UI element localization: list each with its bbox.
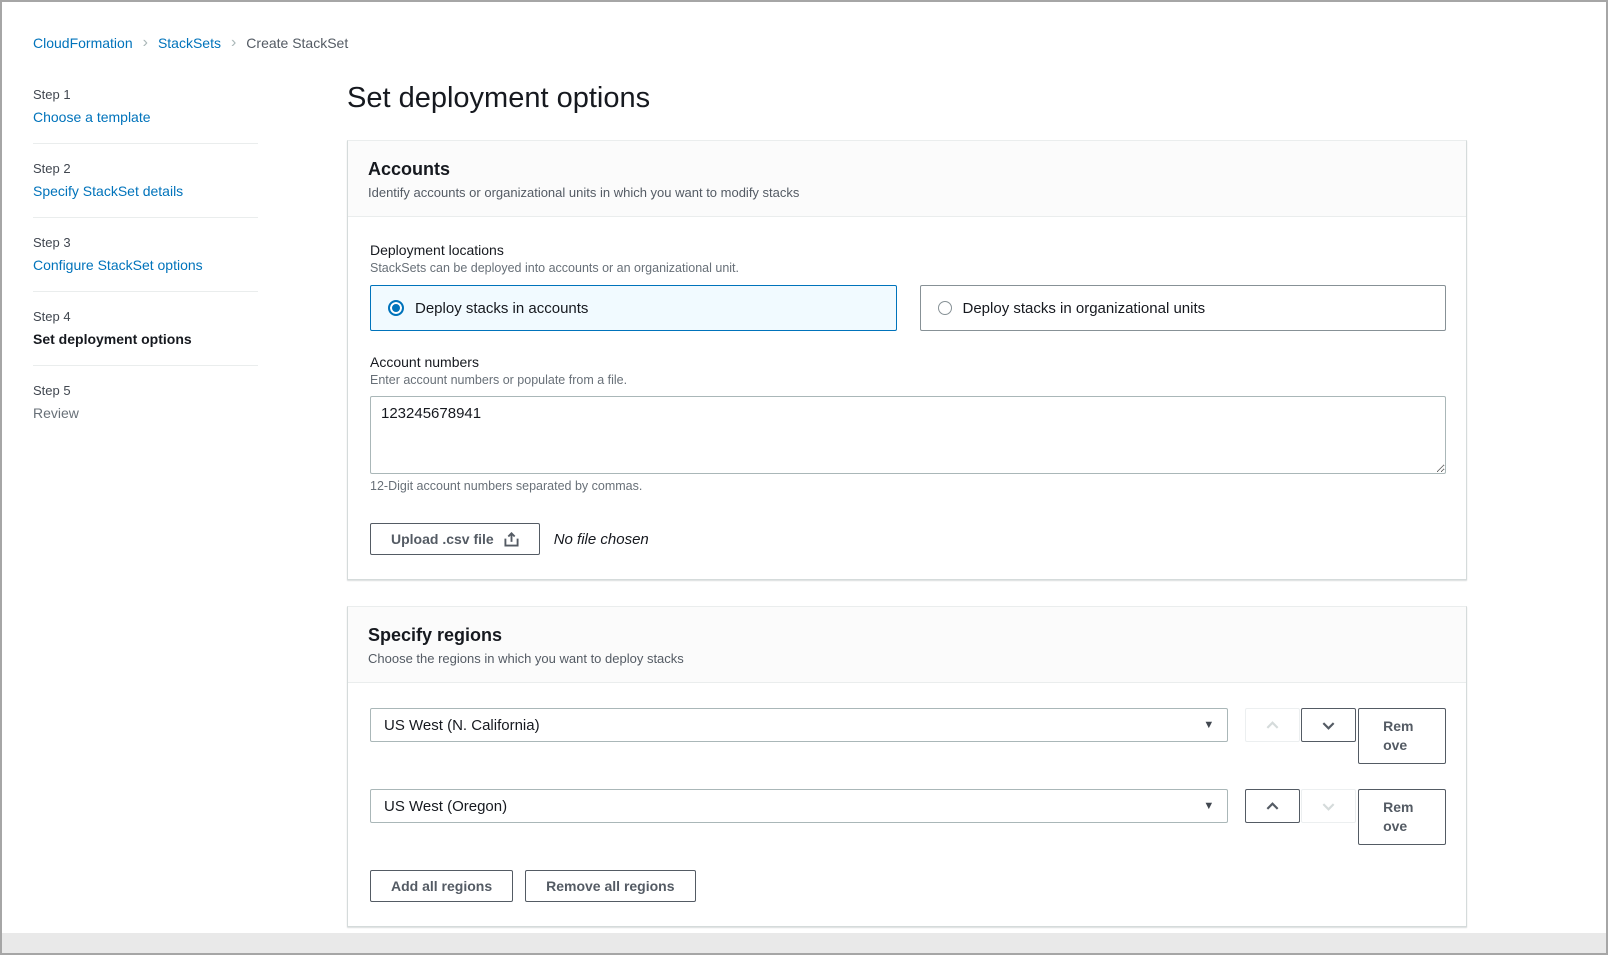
region-row: US West (Oregon) ▼ Remove <box>370 789 1446 845</box>
chevron-up-icon <box>1265 799 1280 814</box>
regions-card-description: Choose the regions in which you want to … <box>368 651 1446 666</box>
add-all-regions-button[interactable]: Add all regions <box>370 870 513 902</box>
regions-card-title: Specify regions <box>368 625 1446 646</box>
accounts-card-header: Accounts Identify accounts or organizati… <box>348 141 1466 217</box>
accounts-card-description: Identify accounts or organizational unit… <box>368 185 1446 200</box>
caret-down-icon: ▼ <box>1203 800 1214 812</box>
step-number: Step 5 <box>33 383 258 398</box>
region-row: US West (N. California) ▼ Remove <box>370 708 1446 764</box>
radio-tile-label: Deploy stacks in accounts <box>415 300 588 317</box>
sidebar-divider <box>33 217 258 218</box>
radio-tile-deploy-stacks-in-organizational-units[interactable]: Deploy stacks in organizational units <box>920 285 1447 331</box>
move-region-up-button[interactable] <box>1245 789 1300 823</box>
sidebar-item-configure-stackset-options[interactable]: Configure StackSet options <box>33 257 203 273</box>
sidebar-step-3: Step 3 Configure StackSet options <box>33 235 258 291</box>
remove-all-regions-button[interactable]: Remove all regions <box>525 870 695 902</box>
account-numbers-textarea[interactable]: 123245678941 <box>370 396 1446 474</box>
accounts-card: Accounts Identify accounts or organizati… <box>347 140 1467 580</box>
regions-card-header: Specify regions Choose the regions in wh… <box>348 607 1466 683</box>
upload-icon <box>504 532 519 547</box>
step-number: Step 2 <box>33 161 258 176</box>
radio-tile-deploy-stacks-in-accounts[interactable]: Deploy stacks in accounts <box>370 285 897 331</box>
regions-actions: Add all regions Remove all regions <box>370 870 1446 902</box>
sidebar-step-1: Step 1 Choose a template <box>33 87 258 143</box>
radio-unselected-icon <box>938 301 952 315</box>
step-number: Step 1 <box>33 87 258 102</box>
page-bottom-gutter <box>2 933 1606 953</box>
radio-selected-icon <box>388 300 404 316</box>
upload-csv-button[interactable]: Upload .csv file <box>370 523 540 555</box>
wizard-steps-sidebar: Step 1 Choose a template Step 2 Specify … <box>33 87 258 439</box>
caret-down-icon: ▼ <box>1203 719 1214 731</box>
main-content: Set deployment options Accounts Identify… <box>347 82 1467 953</box>
step-number: Step 4 <box>33 309 258 324</box>
page-frame: CloudFormation › StackSets › Create Stac… <box>0 0 1608 955</box>
sidebar-step-4: Step 4 Set deployment options <box>33 309 258 365</box>
specify-regions-card: Specify regions Choose the regions in wh… <box>347 606 1467 927</box>
upload-csv-button-label: Upload .csv file <box>391 531 494 547</box>
accounts-card-title: Accounts <box>368 159 1446 180</box>
region-select[interactable]: US West (Oregon) ▼ <box>370 789 1228 823</box>
sidebar-divider <box>33 291 258 292</box>
sidebar-item-choose-template[interactable]: Choose a template <box>33 109 151 125</box>
sidebar-step-2: Step 2 Specify StackSet details <box>33 161 258 217</box>
move-region-up-button <box>1245 708 1300 742</box>
region-select-value: US West (N. California) <box>384 717 540 734</box>
breadcrumb-current: Create StackSet <box>246 35 348 51</box>
sidebar-step-5: Step 5 Review <box>33 383 258 439</box>
sidebar-divider <box>33 365 258 366</box>
region-select-value: US West (Oregon) <box>384 798 507 815</box>
move-region-down-button[interactable] <box>1301 708 1356 742</box>
step-number: Step 3 <box>33 235 258 250</box>
page-title: Set deployment options <box>347 82 1467 115</box>
chevron-down-icon <box>1321 799 1336 814</box>
accounts-card-body: Deployment locations StackSets can be de… <box>348 217 1466 579</box>
account-numbers-label: Account numbers <box>370 354 1446 370</box>
sidebar-item-review: Review <box>33 405 79 421</box>
region-select[interactable]: US West (N. California) ▼ <box>370 708 1228 742</box>
file-chosen-status: No file chosen <box>554 531 649 548</box>
breadcrumb: CloudFormation › StackSets › Create Stac… <box>33 35 348 51</box>
radio-tile-label: Deploy stacks in organizational units <box>963 300 1206 317</box>
sidebar-item-set-deployment-options: Set deployment options <box>33 331 192 347</box>
account-numbers-helper: 12-Digit account numbers separated by co… <box>370 479 1446 493</box>
breadcrumb-separator-icon: › <box>143 36 148 50</box>
move-region-down-button <box>1301 789 1356 823</box>
deployment-locations-description: StackSets can be deployed into accounts … <box>370 261 1446 275</box>
sidebar-divider <box>33 143 258 144</box>
chevron-up-icon <box>1265 718 1280 733</box>
sidebar-item-specify-stackset-details[interactable]: Specify StackSet details <box>33 183 183 199</box>
deployment-locations-label: Deployment locations <box>370 242 1446 258</box>
breadcrumb-link-stacksets[interactable]: StackSets <box>158 35 221 51</box>
breadcrumb-separator-icon: › <box>231 36 236 50</box>
deployment-location-options: Deploy stacks in accounts Deploy stacks … <box>370 285 1446 331</box>
remove-region-button[interactable]: Remove <box>1358 708 1446 764</box>
remove-region-button[interactable]: Remove <box>1358 789 1446 845</box>
account-numbers-description: Enter account numbers or populate from a… <box>370 373 1446 387</box>
chevron-down-icon <box>1321 718 1336 733</box>
breadcrumb-link-cloudformation[interactable]: CloudFormation <box>33 35 133 51</box>
upload-row: Upload .csv file No file chosen <box>370 523 1446 555</box>
regions-card-body: US West (N. California) ▼ Remove <box>348 683 1466 926</box>
